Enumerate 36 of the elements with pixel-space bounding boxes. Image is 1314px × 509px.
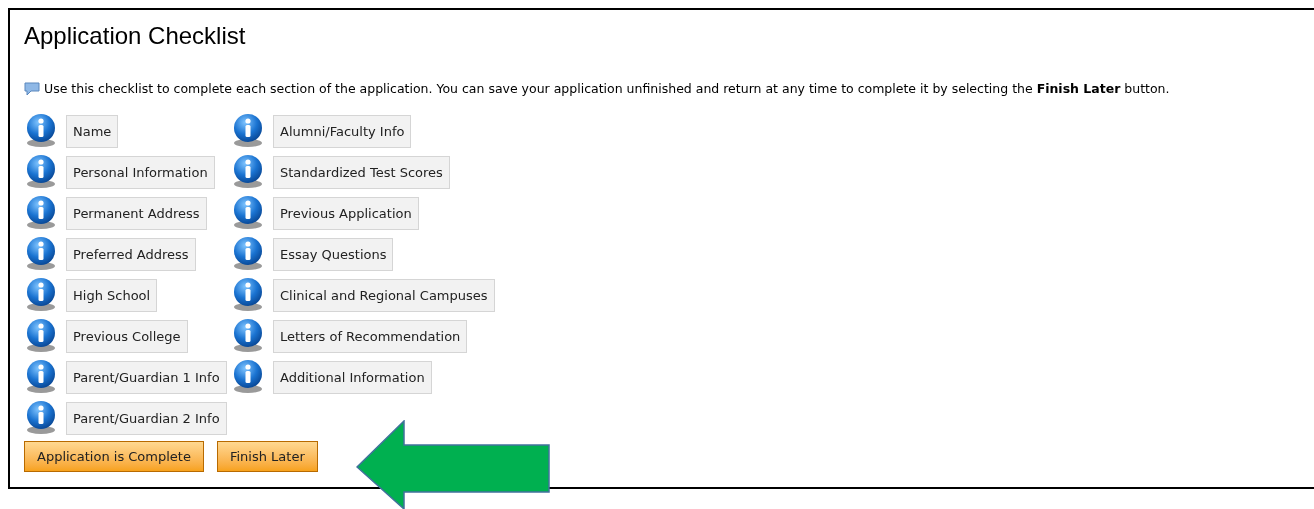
info-icon: [231, 319, 265, 354]
instructions-text: Use this checklist to complete each section of the application. You can save your application unfinished and return at any time to complete it by selecting the Finish Later button.: [44, 80, 1170, 98]
info-icon: [24, 278, 58, 313]
section-link[interactable]: Additional Information: [273, 360, 432, 394]
section-link[interactable]: Essay Questions: [273, 237, 394, 271]
section-link[interactable]: Previous College: [66, 319, 188, 353]
page-title: Application Checklist: [24, 24, 247, 48]
section-link[interactable]: High School: [66, 278, 158, 312]
info-icon: [24, 196, 58, 231]
info-icon: [24, 401, 58, 436]
section-link[interactable]: Clinical and Regional Campuses: [273, 278, 495, 312]
info-icon: [231, 196, 265, 231]
info-icon: [24, 319, 58, 354]
speech-bubble-icon: [24, 82, 40, 97]
info-icon: [24, 360, 58, 395]
info-icon: [24, 155, 58, 190]
section-link[interactable]: Standardized Test Scores: [273, 155, 450, 189]
info-icon: [231, 360, 265, 395]
info-icon: [24, 114, 58, 149]
section-link[interactable]: Permanent Address: [66, 196, 207, 230]
section-link[interactable]: Alumni/Faculty Info: [273, 114, 412, 148]
section-link[interactable]: Parent/Guardian 2 Info: [66, 401, 227, 435]
info-icon: [231, 237, 265, 272]
section-link[interactable]: Letters of Recommendation: [273, 319, 468, 353]
info-icon: [231, 278, 265, 313]
section-link[interactable]: Preferred Address: [66, 237, 196, 271]
section-link[interactable]: Name: [66, 114, 119, 148]
info-icon: [24, 237, 58, 272]
section-link[interactable]: Previous Application: [273, 196, 419, 230]
arrow-icon: [356, 420, 551, 509]
info-icon: [231, 114, 265, 149]
action-button[interactable]: Finish Later: [216, 440, 318, 473]
section-link[interactable]: Parent/Guardian 1 Info: [66, 360, 227, 394]
section-link[interactable]: Personal Information: [66, 155, 215, 189]
info-icon: [231, 155, 265, 190]
action-button[interactable]: Application is Complete: [24, 440, 204, 473]
